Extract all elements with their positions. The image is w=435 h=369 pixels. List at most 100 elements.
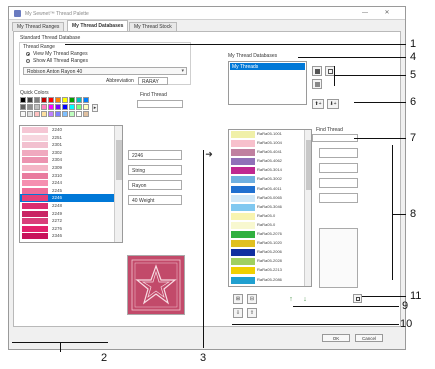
more-colors-button[interactable]: ▸: [92, 104, 98, 112]
edit-thread-icon[interactable]: [353, 294, 362, 303]
sort-down-icon[interactable]: ⇩: [233, 308, 243, 318]
left-scroll-thumb[interactable]: [116, 140, 122, 180]
quick-color-swatch[interactable]: [83, 97, 89, 103]
import-database-icon[interactable]: ⬆+: [312, 99, 324, 109]
my-thread-row[interactable]: RaRa05-2076: [229, 230, 304, 239]
db-item-my-threads[interactable]: My Threads: [230, 63, 305, 70]
standard-thread-row[interactable]: 2246: [20, 194, 114, 202]
quick-color-swatch[interactable]: [48, 97, 54, 103]
standard-thread-row[interactable]: 2346: [20, 232, 114, 240]
delete-database-icon[interactable]: [312, 79, 322, 89]
right-scroll-thumb[interactable]: [306, 140, 311, 190]
quick-color-swatch[interactable]: [20, 97, 26, 103]
standard-thread-row[interactable]: 2249: [20, 210, 114, 218]
tab-my-thread-databases[interactable]: My Thread Databases: [67, 20, 129, 31]
minimize-button[interactable]: —: [357, 8, 373, 18]
standard-thread-row[interactable]: 2302: [20, 149, 114, 157]
standard-thread-row[interactable]: 2248: [20, 202, 114, 210]
my-thread-row[interactable]: RaRa05-4011: [229, 185, 304, 194]
quick-color-swatch[interactable]: [41, 111, 47, 117]
standard-thread-row[interactable]: 2301: [20, 141, 114, 149]
my-thread-row[interactable]: RaRa05-0065: [229, 194, 304, 203]
quick-color-swatch[interactable]: [34, 111, 40, 117]
standard-thread-row[interactable]: 2244: [20, 179, 114, 187]
remove-thread-icon[interactable]: ⊟: [247, 294, 257, 304]
quick-color-swatch[interactable]: [62, 97, 68, 103]
ok-button[interactable]: OK: [322, 334, 350, 342]
my-thread-row[interactable]: RaRa05-2006: [229, 248, 304, 257]
quick-color-swatch[interactable]: [83, 111, 89, 117]
my-thread-name-field[interactable]: [319, 163, 358, 173]
my-thread-row[interactable]: RaRa05-2086: [229, 276, 304, 285]
add-to-database-button[interactable]: ➜: [204, 150, 214, 160]
quick-color-swatch[interactable]: [41, 97, 47, 103]
my-thread-row[interactable]: RaRa05-4041: [229, 148, 304, 157]
standard-thread-row[interactable]: 2272: [20, 217, 114, 225]
move-up-icon[interactable]: ↑: [287, 296, 295, 304]
standard-thread-row[interactable]: 2310: [20, 172, 114, 180]
tab-my-thread-stock[interactable]: My Thread Stock: [129, 22, 177, 31]
tab-my-thread-ranges[interactable]: My Thread Ranges: [12, 22, 65, 31]
my-thread-row[interactable]: RaRa05-1020: [229, 239, 304, 248]
my-thread-row[interactable]: RaRa05-3002: [229, 175, 304, 184]
standard-thread-list[interactable]: 2240 2251 2301 2302 2304 2309 2310 2244 2245 2246…: [19, 125, 123, 243]
standard-thread-row[interactable]: 2245: [20, 187, 114, 195]
my-thread-row[interactable]: RaRa05-1004: [229, 139, 304, 148]
new-database-icon[interactable]: [312, 66, 322, 76]
quick-color-swatch[interactable]: [69, 97, 75, 103]
show-all-ranges-radio[interactable]: [26, 59, 30, 63]
my-thread-weight-field[interactable]: [319, 193, 358, 203]
quick-color-swatch[interactable]: [76, 97, 82, 103]
export-database-icon[interactable]: ⬇+: [327, 99, 339, 109]
quick-color-swatch[interactable]: [55, 104, 61, 110]
abbreviation-field[interactable]: RARAY: [138, 77, 168, 85]
right-find-thread-input[interactable]: [312, 134, 358, 142]
quick-color-swatch[interactable]: [48, 111, 54, 117]
cancel-button[interactable]: Cancel: [355, 334, 383, 342]
my-thread-row[interactable]: RaRa05-2028: [229, 257, 304, 266]
my-thread-row[interactable]: RaRa05-0: [229, 212, 304, 221]
my-thread-row[interactable]: RaRa05-0: [229, 221, 304, 230]
quick-color-swatch[interactable]: [62, 104, 68, 110]
move-down-icon[interactable]: ↓: [301, 296, 309, 304]
quick-color-swatch[interactable]: [83, 104, 89, 110]
quick-color-swatch[interactable]: [27, 97, 33, 103]
quick-color-swatch[interactable]: [34, 97, 40, 103]
my-thread-number-field[interactable]: [319, 148, 358, 158]
quick-color-swatch[interactable]: [76, 104, 82, 110]
my-thread-row[interactable]: RaRa05-3046: [229, 203, 304, 212]
standard-thread-row[interactable]: 2276: [20, 225, 114, 233]
close-button[interactable]: ✕: [379, 8, 395, 18]
my-thread-type-field[interactable]: [319, 178, 358, 188]
my-databases-list[interactable]: My Threads: [228, 61, 307, 105]
quick-color-swatch[interactable]: [48, 104, 54, 110]
quick-color-swatch[interactable]: [76, 111, 82, 117]
quick-color-swatch[interactable]: [34, 104, 40, 110]
my-thread-row[interactable]: RaRa05-1001: [229, 130, 304, 139]
quick-color-swatch[interactable]: [62, 111, 68, 117]
quick-color-swatch[interactable]: [69, 111, 75, 117]
standard-thread-row[interactable]: 2309: [20, 164, 114, 172]
right-list-scrollbar[interactable]: [304, 130, 311, 286]
standard-thread-row[interactable]: 2251: [20, 134, 114, 142]
thread-range-select[interactable]: Robison Anton Rayon 40 ▾: [23, 67, 187, 75]
quick-color-swatch[interactable]: [69, 104, 75, 110]
my-thread-row[interactable]: RaRa05-3014: [229, 166, 304, 175]
standard-thread-row[interactable]: 2304: [20, 156, 114, 164]
sort-up-icon[interactable]: ⇧: [247, 308, 257, 318]
quick-color-swatch[interactable]: [27, 104, 33, 110]
view-my-ranges-radio[interactable]: [26, 52, 30, 56]
quick-color-swatch[interactable]: [27, 111, 33, 117]
quick-color-swatch[interactable]: [41, 104, 47, 110]
find-thread-input[interactable]: [137, 100, 183, 108]
quick-color-swatch[interactable]: [20, 111, 26, 117]
quick-color-swatch[interactable]: [55, 111, 61, 117]
quick-color-swatch[interactable]: [55, 97, 61, 103]
my-thread-row[interactable]: RaRa05-4062: [229, 157, 304, 166]
my-thread-list[interactable]: RaRa05-1001 RaRa05-1004 RaRa05-4041 RaRa05-…: [228, 129, 312, 287]
my-thread-row[interactable]: RaRa05-2213: [229, 266, 304, 275]
left-list-scrollbar[interactable]: [114, 126, 122, 242]
quick-color-swatch[interactable]: [20, 104, 26, 110]
add-thread-icon[interactable]: ⊞: [233, 294, 243, 304]
standard-thread-row[interactable]: 2240: [20, 126, 114, 134]
